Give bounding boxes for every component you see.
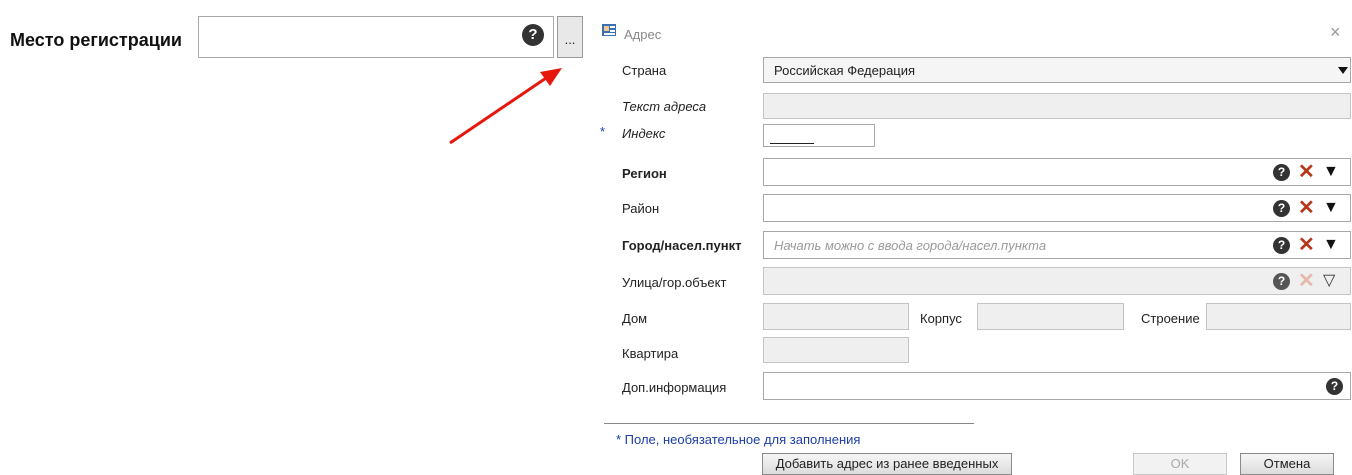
dropdown-icon: ▽ bbox=[1323, 272, 1336, 289]
structure-label: Строение bbox=[1141, 311, 1200, 326]
city-combo[interactable]: Начать можно с ввода города/насел.пункта… bbox=[763, 231, 1351, 259]
region-label: Регион bbox=[622, 166, 667, 181]
apartment-label: Квартира bbox=[622, 346, 679, 361]
ok-button[interactable]: OK bbox=[1133, 453, 1227, 475]
clear-icon[interactable]: ✕ bbox=[1298, 162, 1315, 182]
index-label: Индекс bbox=[622, 126, 666, 141]
extra-info-label: Доп.информация bbox=[622, 380, 727, 395]
optional-star: * bbox=[600, 124, 606, 139]
cancel-button[interactable]: Отмена bbox=[1240, 453, 1334, 475]
house-label: Дом bbox=[622, 311, 648, 326]
country-select[interactable]: Российская Федерация bbox=[763, 57, 1351, 83]
country-label: Страна bbox=[622, 63, 667, 78]
help-icon[interactable]: ? bbox=[522, 24, 544, 46]
district-combo[interactable]: ? ✕ ▼ bbox=[763, 194, 1351, 222]
dropdown-icon[interactable]: ▼ bbox=[1323, 236, 1339, 254]
city-label: Город/насел.пункт bbox=[622, 238, 742, 253]
region-combo[interactable]: ? ✕ ▼ bbox=[763, 158, 1351, 186]
help-icon[interactable]: ? bbox=[1273, 273, 1290, 290]
help-icon[interactable]: ? bbox=[1273, 164, 1290, 181]
building-label: Корпус bbox=[920, 311, 962, 326]
house-field bbox=[763, 303, 909, 330]
district-label: Район bbox=[622, 201, 660, 216]
dropdown-icon[interactable]: ▼ bbox=[1323, 199, 1339, 217]
dialog-title: Адрес bbox=[624, 27, 662, 42]
red-arrow-annotation bbox=[449, 68, 562, 145]
registration-label: Место регистрации bbox=[10, 30, 182, 50]
city-placeholder: Начать можно с ввода города/насел.пункта bbox=[774, 238, 1047, 253]
building-field bbox=[977, 303, 1124, 330]
clear-icon[interactable]: ✕ bbox=[1298, 235, 1315, 255]
help-icon[interactable]: ? bbox=[1273, 237, 1290, 254]
address-book-icon bbox=[602, 24, 616, 36]
apartment-field bbox=[763, 337, 909, 363]
dropdown-icon[interactable]: ▼ bbox=[1323, 163, 1339, 181]
address-text-label: Текст адреса bbox=[622, 99, 707, 114]
add-previous-address-button[interactable]: Добавить адрес из ранее введенных bbox=[762, 453, 1012, 475]
extra-info-input[interactable]: ? bbox=[763, 372, 1351, 400]
street-label: Улица/гор.объект bbox=[622, 275, 727, 290]
structure-field bbox=[1206, 303, 1351, 330]
chevron-down-icon bbox=[1338, 67, 1348, 74]
separator bbox=[604, 423, 974, 424]
optional-note: * Поле, необязательное для заполнения bbox=[616, 432, 861, 447]
browse-button[interactable]: ... bbox=[557, 16, 583, 58]
country-value: Российская Федерация bbox=[774, 63, 916, 78]
index-mask bbox=[770, 143, 814, 144]
street-combo: ? ✕ ▽ bbox=[763, 267, 1351, 295]
registration-input[interactable] bbox=[198, 16, 554, 58]
help-icon[interactable]: ? bbox=[1273, 200, 1290, 217]
close-icon[interactable]: × bbox=[1330, 22, 1341, 43]
help-icon[interactable]: ? bbox=[1326, 378, 1343, 395]
address-text-field bbox=[763, 93, 1351, 119]
clear-icon: ✕ bbox=[1298, 270, 1315, 292]
clear-icon[interactable]: ✕ bbox=[1298, 198, 1315, 218]
